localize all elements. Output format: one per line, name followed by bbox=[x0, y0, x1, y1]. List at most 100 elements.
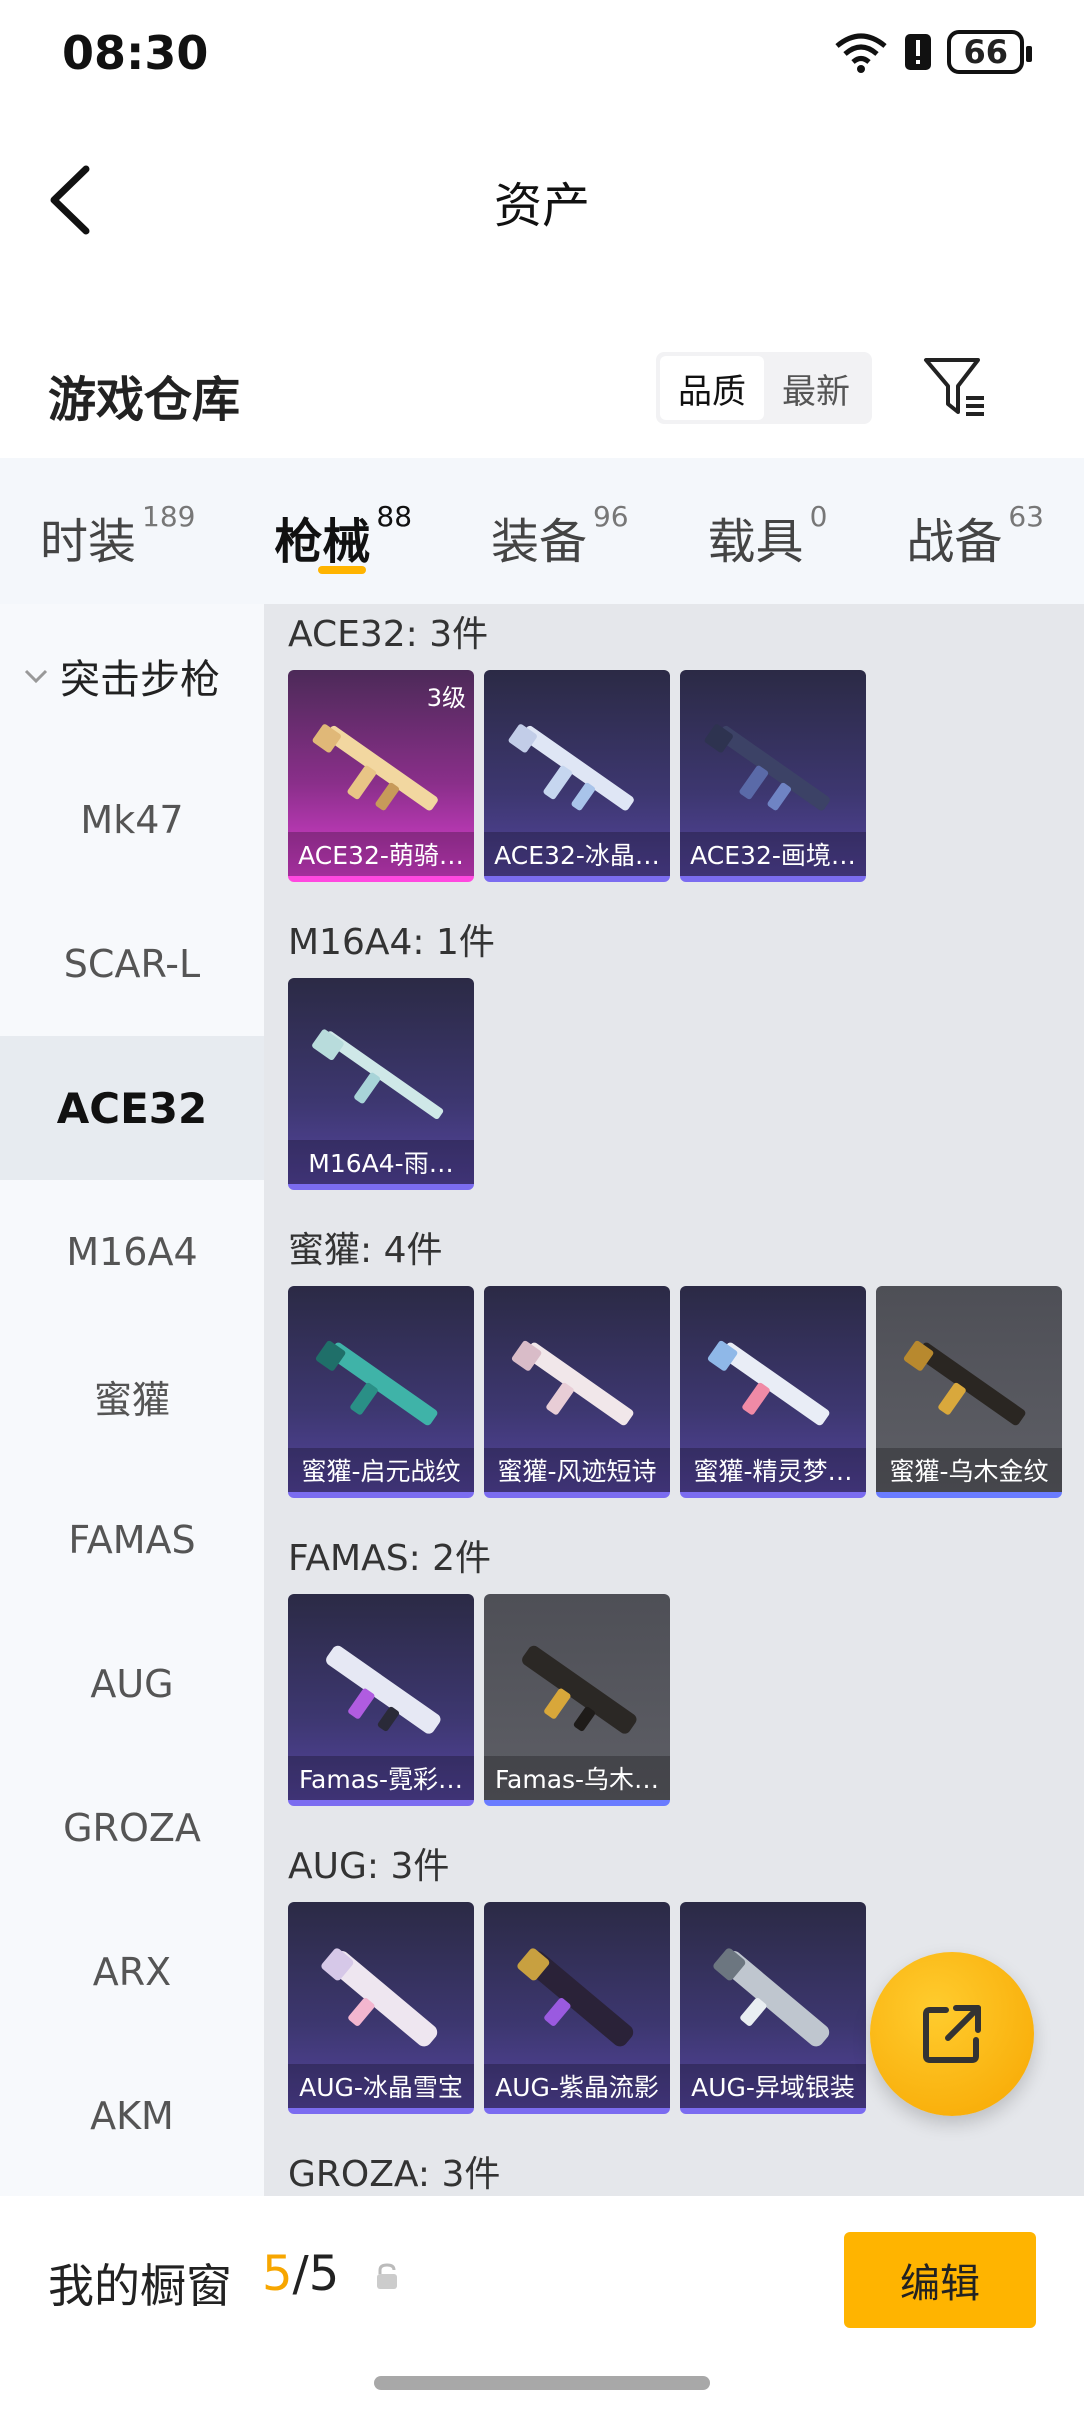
tab-label: 时装 bbox=[40, 514, 137, 570]
tab-count: 96 bbox=[592, 500, 629, 533]
skin-name: ACE32-萌骑… bbox=[288, 832, 474, 876]
rifle-icon bbox=[315, 1340, 438, 1426]
skin-card[interactable]: AUG-冰晶雪宝 bbox=[288, 1902, 474, 2114]
rifle-icon bbox=[713, 1948, 830, 2047]
sidebar-item-scar-l[interactable]: SCAR-L bbox=[0, 892, 264, 1036]
top-nav: 资产 bbox=[0, 110, 1084, 280]
sidebar-item-akm[interactable]: AKM bbox=[0, 2044, 264, 2188]
tab-firearms[interactable]: 枪械 88 bbox=[274, 458, 412, 604]
skin-name: 蜜獾-风迹短诗 bbox=[484, 1448, 670, 1492]
rifle-icon bbox=[321, 1948, 438, 2047]
weapon-group-honey-badger: 蜜獾: 4件 蜜獾-启元战纹 蜜獾-风迹短诗 蜜獾-精灵梦… 蜜獾-乌木金纹 bbox=[264, 1220, 1084, 1498]
rifle-icon bbox=[312, 724, 438, 811]
tab-count: 88 bbox=[376, 500, 413, 533]
alert-icon bbox=[905, 34, 932, 70]
rifle-icon bbox=[704, 724, 830, 811]
weapon-group-famas: FAMAS: 2件 Famas-霓彩… Famas-乌木… bbox=[264, 1528, 1084, 1806]
rifle-icon bbox=[511, 1340, 634, 1426]
skin-name: AUG-异域银装 bbox=[680, 2064, 866, 2108]
skin-card[interactable]: 蜜獾-乌木金纹 bbox=[876, 1286, 1062, 1498]
tab-equipment[interactable]: 装备 96 bbox=[491, 458, 629, 604]
skin-card[interactable]: 蜜獾-风迹短诗 bbox=[484, 1286, 670, 1498]
showcase-count-total: 5 bbox=[308, 2246, 340, 2302]
skin-name: Famas-乌木… bbox=[484, 1756, 670, 1800]
lock-icon bbox=[377, 2263, 397, 2289]
skin-name: M16A4-雨… bbox=[288, 1140, 474, 1184]
showcase-bar: 我的橱窗 5/5 编辑 bbox=[0, 2196, 1084, 2412]
skin-name: Famas-霓彩… bbox=[288, 1756, 474, 1800]
home-indicator[interactable] bbox=[374, 2376, 710, 2390]
skin-name: 蜜獾-乌木金纹 bbox=[876, 1448, 1062, 1492]
rifle-icon bbox=[508, 724, 634, 811]
skin-card[interactable]: 蜜獾-启元战纹 bbox=[288, 1286, 474, 1498]
sort-toggle: 品质 最新 bbox=[656, 352, 872, 424]
share-button[interactable] bbox=[870, 1952, 1034, 2116]
share-icon bbox=[923, 2005, 981, 2063]
weapon-sidebar: 突击步枪 Mk47 SCAR-L ACE32 M16A4 蜜獾 FAMAS AU… bbox=[0, 604, 264, 2196]
tab-count: 63 bbox=[1008, 500, 1044, 533]
filter-icon bbox=[924, 358, 984, 416]
group-title: GROZA: 3件 bbox=[288, 2154, 501, 2195]
tab-supplies[interactable]: 战备 63 bbox=[906, 458, 1044, 604]
category-tabs: 时装 189 枪械 88 装备 96 载具 0 战备 63 bbox=[0, 458, 1084, 604]
tab-label: 装备 bbox=[490, 514, 587, 570]
app-screen: 08:30 66 资产 游戏仓库 品质 最新 时装 189 枪械 88 装备 9… bbox=[0, 0, 1084, 2412]
skin-card[interactable]: M16A4-雨… bbox=[288, 978, 474, 1190]
skin-name: AUG-冰晶雪宝 bbox=[288, 2064, 474, 2108]
skin-name: 蜜獾-精灵梦… bbox=[680, 1448, 866, 1492]
sidebar-item-groza[interactable]: GROZA bbox=[0, 1756, 264, 1900]
tab-vehicles[interactable]: 载具 0 bbox=[708, 458, 828, 604]
showcase-count-separator: / bbox=[292, 2246, 309, 2302]
skin-name: ACE32-冰晶… bbox=[484, 832, 670, 876]
group-title: M16A4: 1件 bbox=[288, 922, 495, 963]
skin-card[interactable]: ACE32-冰晶… bbox=[484, 670, 670, 882]
rifle-icon bbox=[903, 1340, 1026, 1426]
weapon-group-groza: GROZA: 3件 bbox=[264, 2144, 1084, 2196]
sort-option-newest[interactable]: 最新 bbox=[764, 356, 868, 420]
skin-card[interactable]: 3级 ACE32-萌骑… bbox=[288, 670, 474, 882]
weapon-group-ace32: ACE32: 3件 3级 ACE32-萌骑… ACE32-冰晶… ACE32-画… bbox=[264, 604, 1084, 882]
sort-option-quality[interactable]: 品质 bbox=[660, 356, 764, 420]
skin-card[interactable]: 蜜獾-精灵梦… bbox=[680, 1286, 866, 1498]
group-title: 蜜獾: 4件 bbox=[288, 1230, 443, 1271]
skin-name: AUG-紫晶流影 bbox=[484, 2064, 670, 2108]
status-bar: 08:30 66 bbox=[0, 0, 1084, 110]
group-title: FAMAS: 2件 bbox=[288, 1538, 492, 1579]
warehouse-header: 游戏仓库 品质 最新 bbox=[0, 330, 1084, 450]
skin-card[interactable]: ACE32-画境… bbox=[680, 670, 866, 882]
filter-button[interactable] bbox=[920, 352, 990, 422]
sidebar-item-mk47[interactable]: Mk47 bbox=[0, 748, 264, 892]
sidebar-item-arx[interactable]: ARX bbox=[0, 1900, 264, 2044]
tab-count: 189 bbox=[142, 500, 196, 533]
skin-card[interactable]: AUG-紫晶流影 bbox=[484, 1902, 670, 2114]
skin-name: 蜜獾-启元战纹 bbox=[288, 1448, 474, 1492]
sidebar-item-ace32[interactable]: ACE32 bbox=[0, 1036, 264, 1180]
sidebar-group-label: 突击步枪 bbox=[60, 657, 220, 703]
edit-button[interactable]: 编辑 bbox=[844, 2232, 1036, 2328]
tab-label: 载具 bbox=[707, 514, 804, 570]
rifle-icon bbox=[326, 1645, 441, 1734]
rifle-icon bbox=[707, 1340, 830, 1426]
page-title: 资产 bbox=[493, 178, 590, 234]
showcase-count-current: 5 bbox=[262, 2246, 293, 2302]
sidebar-item-famas[interactable]: FAMAS bbox=[0, 1468, 264, 1612]
group-title: AUG: 3件 bbox=[288, 1846, 450, 1887]
rifle-icon bbox=[522, 1645, 637, 1734]
status-time: 08:30 bbox=[62, 26, 209, 80]
skin-card[interactable]: Famas-霓彩… bbox=[288, 1594, 474, 1806]
tab-fashion[interactable]: 时装 189 bbox=[40, 458, 195, 604]
battery-indicator: 66 bbox=[947, 30, 1032, 74]
tab-label: 战备 bbox=[906, 514, 1003, 570]
sidebar-item-honey-badger[interactable]: 蜜獾 bbox=[0, 1324, 264, 1468]
chevron-down-icon bbox=[24, 669, 48, 684]
sidebar-item-m16a4[interactable]: M16A4 bbox=[0, 1180, 264, 1324]
rifle-icon bbox=[312, 1029, 444, 1120]
sidebar-item-aug[interactable]: AUG bbox=[0, 1612, 264, 1756]
skin-card[interactable]: AUG-异域银装 bbox=[680, 1902, 866, 2114]
skin-card[interactable]: Famas-乌木… bbox=[484, 1594, 670, 1806]
sidebar-group-assault-rifles[interactable]: 突击步枪 bbox=[0, 604, 264, 748]
rifle-icon bbox=[517, 1948, 634, 2047]
active-tab-indicator bbox=[318, 566, 367, 574]
weapon-group-m16a4: M16A4: 1件 M16A4-雨… bbox=[264, 912, 1084, 1190]
showcase-count: 5/5 bbox=[262, 2246, 339, 2302]
